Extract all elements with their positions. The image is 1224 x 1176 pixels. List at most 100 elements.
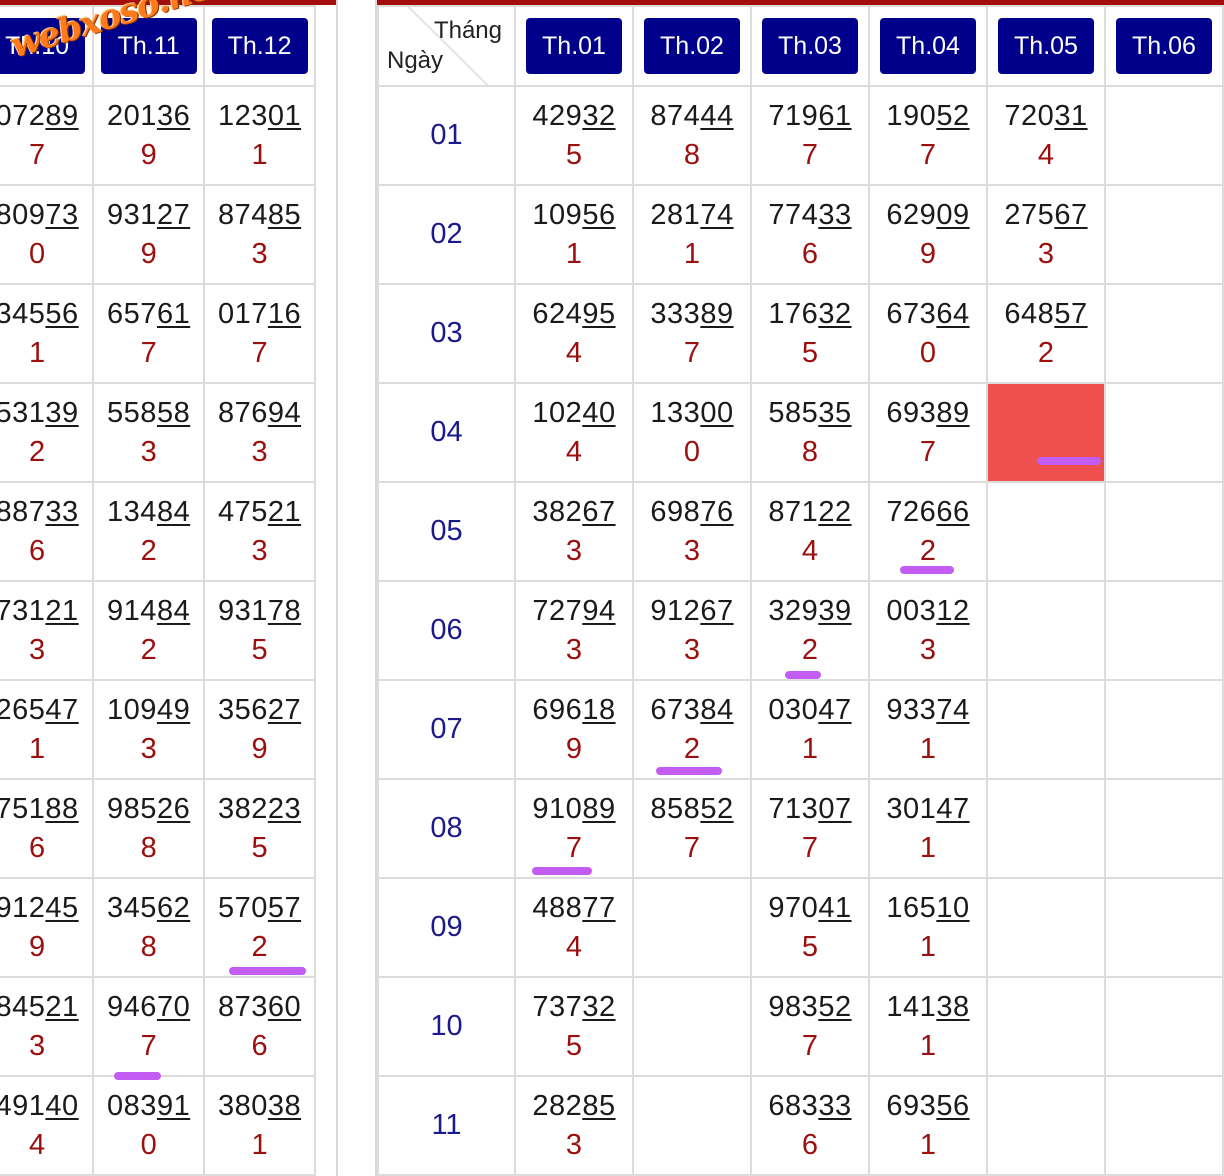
result-number: 93178 (206, 593, 313, 629)
result-cell: 13300 0 (632, 382, 752, 483)
result-cell: 87444 8 (632, 85, 752, 186)
result-cell: 67364 0 (868, 283, 988, 384)
month-button-1[interactable]: Th.01 (526, 18, 622, 74)
result-number-last-two: 18 (582, 694, 616, 726)
result-number: 72666 (871, 494, 985, 530)
result-number-last-two: 01 (267, 100, 302, 132)
special-digit: 2 (29, 436, 46, 468)
result-number: 62909 (871, 197, 985, 233)
result-number-prefix: 731 (0, 595, 46, 627)
result-cell: 88733 6 (0, 481, 95, 582)
result-number: 28285 (517, 1088, 631, 1124)
result-number-prefix: 380 (217, 1090, 268, 1122)
result-number-prefix: 488 (532, 892, 583, 924)
special-digit: 9 (29, 931, 46, 963)
special-digit: 6 (801, 1129, 819, 1161)
result-number: 32939 (753, 593, 867, 629)
result-number-prefix: 657 (107, 298, 157, 330)
result-number-last-two: 62 (156, 892, 191, 924)
result-number: 38223 (206, 791, 313, 827)
result-number-last-two: 16 (267, 298, 302, 330)
result-number-prefix: 946 (107, 991, 157, 1023)
result-number-last-two: 67 (700, 595, 734, 627)
result-number-prefix: 083 (107, 1090, 157, 1122)
special-digit: 5 (565, 1030, 583, 1062)
result-cell: 03047 1 (750, 679, 870, 780)
result-cell: 01716 7 (203, 283, 316, 384)
result-number-prefix: 109 (107, 694, 157, 726)
result-row: 84521 3 94670 7 87360 6 (0, 976, 316, 1077)
result-cell: 85852 7 (632, 778, 752, 879)
result-number-prefix: 751 (0, 793, 46, 825)
result-number-prefix: 931 (217, 595, 268, 627)
result-cell (1104, 679, 1224, 780)
month-button-4[interactable]: Th.04 (880, 18, 976, 74)
result-number: 85852 (635, 791, 749, 827)
result-cell (632, 877, 752, 978)
result-number-prefix: 985 (107, 793, 157, 825)
day-label-cell: 06 (377, 580, 516, 681)
special-digit: 9 (251, 733, 268, 765)
result-number-last-two: 94 (267, 397, 302, 429)
result-row: 73121 3 91484 2 93178 5 (0, 580, 316, 681)
result-number: 91089 (517, 791, 631, 827)
result-number-last-two: 61 (156, 298, 191, 330)
result-row: 09 48877 4 97041 5 16510 1 (377, 877, 1224, 978)
result-cell: 38267 3 (514, 481, 634, 582)
result-cell: 71307 7 (750, 778, 870, 879)
result-number-prefix: 345 (0, 298, 46, 330)
result-number-last-two: 74 (936, 694, 970, 726)
result-number-last-two: 74 (700, 199, 734, 231)
result-number-prefix: 072 (0, 100, 46, 132)
result-number-last-two: 91 (156, 1090, 191, 1122)
day-label-cell: 10 (377, 976, 516, 1077)
result-number-prefix: 570 (217, 892, 268, 924)
result-number-prefix: 491 (0, 1090, 46, 1122)
result-number-last-two: 47 (936, 793, 970, 825)
result-number: 88733 (0, 494, 91, 530)
result-cell: 87694 3 (203, 382, 316, 483)
result-number-last-two: 70 (156, 991, 191, 1023)
result-cell: 98352 7 (750, 976, 870, 1077)
annotation-underline-mark (532, 867, 592, 875)
result-row: 11 28285 3 68333 6 69356 1 (377, 1075, 1224, 1176)
result-number-last-two: 56 (45, 298, 79, 330)
result-number-last-two: 76 (700, 496, 734, 528)
month-button-6[interactable]: Th.06 (1116, 18, 1212, 74)
special-digit: 6 (29, 535, 46, 567)
result-number: 65761 (95, 296, 202, 332)
result-cell: 00312 3 (868, 580, 988, 681)
result-number-prefix: 874 (217, 199, 268, 231)
result-number-last-two: 21 (45, 595, 79, 627)
month-button-3[interactable]: Th.03 (762, 18, 858, 74)
result-cell (1104, 382, 1224, 483)
highlighted-empty-cell (986, 382, 1106, 483)
result-number: 67384 (635, 692, 749, 728)
special-digit: 4 (801, 535, 819, 567)
result-row: 26547 1 10949 3 35627 9 (0, 679, 316, 780)
result-number: 87122 (753, 494, 867, 530)
result-number: 38267 (517, 494, 631, 530)
result-number: 71961 (753, 98, 867, 134)
month-button-12[interactable]: Th.12 (211, 18, 308, 74)
corner-day-label: Ngày (387, 47, 444, 74)
month-button-5[interactable]: Th.05 (998, 18, 1094, 74)
result-number-prefix: 301 (886, 793, 937, 825)
special-digit: 9 (919, 238, 937, 270)
result-number: 49140 (0, 1088, 91, 1124)
result-number: 94670 (95, 989, 202, 1025)
month-button-2[interactable]: Th.02 (644, 18, 740, 74)
special-digit: 3 (251, 535, 268, 567)
result-cell (632, 1075, 752, 1176)
result-cell: 53139 2 (0, 382, 95, 483)
result-number: 91484 (95, 593, 202, 629)
result-cell: 91484 2 (92, 580, 206, 681)
result-number-prefix: 003 (886, 595, 937, 627)
result-number-prefix: 531 (0, 397, 46, 429)
result-number-last-two: 21 (267, 496, 302, 528)
result-number: 77433 (753, 197, 867, 233)
special-digit: 8 (683, 139, 701, 171)
result-number-prefix: 624 (532, 298, 583, 330)
special-digit: 9 (140, 238, 157, 270)
result-number-prefix: 382 (532, 496, 583, 528)
